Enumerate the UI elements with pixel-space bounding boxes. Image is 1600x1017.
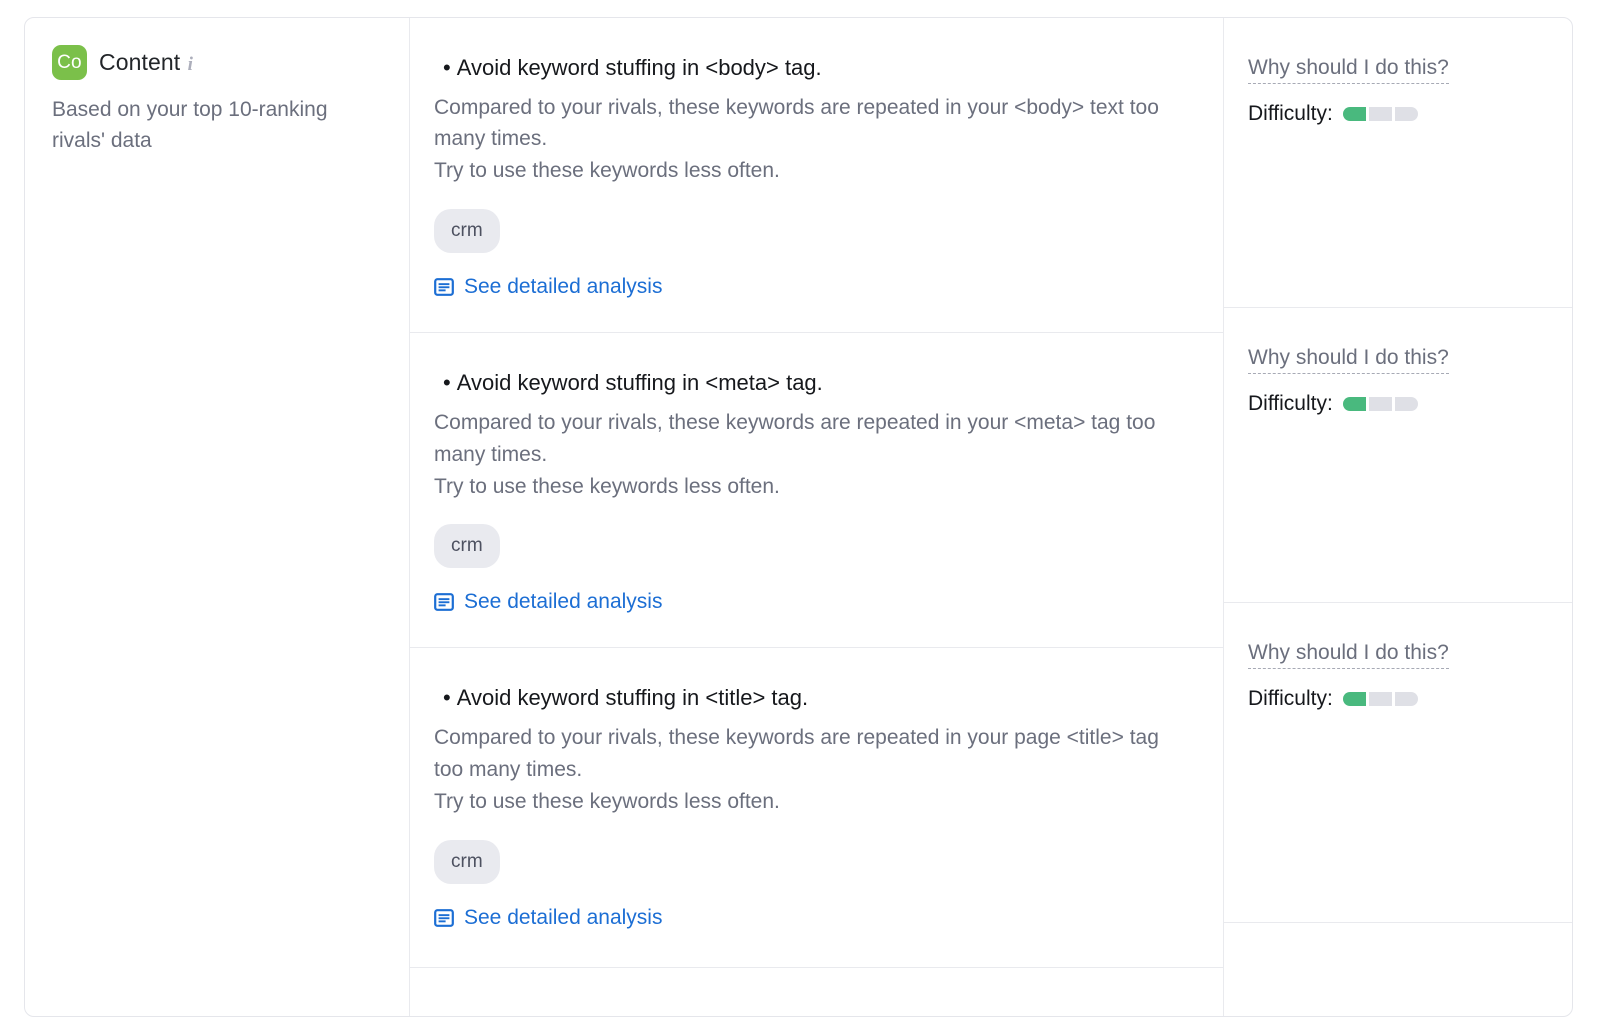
issues-column: • Avoid keyword stuffing in <body> tag. C…: [410, 18, 1223, 1016]
why-cell: Why should I do this? Difficulty:: [1224, 308, 1572, 603]
info-icon[interactable]: i: [183, 55, 197, 75]
why-should-i-do-this-link[interactable]: Why should I do this?: [1248, 346, 1449, 374]
issue-row: • Avoid keyword stuffing in <title> tag. …: [410, 648, 1223, 969]
bullet-icon: •: [443, 370, 451, 396]
seo-issues-panel: Co Content i Based on your top 10-ranking…: [24, 17, 1573, 1017]
keyword-chip[interactable]: crm: [434, 839, 500, 884]
bullet-icon: •: [443, 685, 451, 711]
see-detailed-analysis-link[interactable]: See detailed analysis: [434, 275, 662, 299]
category-subtitle: Based on your top 10-ranking rivals' dat…: [52, 98, 328, 153]
keyword-chip-list: crm: [434, 209, 1183, 254]
difficulty-meter: [1342, 397, 1418, 411]
difficulty-label: Difficulty:: [1248, 687, 1333, 710]
difficulty-segment: [1342, 397, 1366, 411]
difficulty-label: Difficulty:: [1248, 102, 1333, 125]
category-header: Co Content i: [52, 45, 381, 80]
difficulty-row: Difficulty:: [1248, 392, 1572, 416]
difficulty-row: Difficulty:: [1248, 687, 1572, 711]
difficulty-segment: [1342, 692, 1366, 706]
difficulty-row: Difficulty:: [1248, 102, 1572, 126]
issue-description-line-1: Compared to your rivals, these keywords …: [434, 95, 1159, 151]
difficulty-segment: [1342, 107, 1366, 121]
bullet-icon: •: [443, 55, 451, 80]
see-detailed-analysis-link[interactable]: See detailed analysis: [434, 590, 662, 614]
see-detailed-analysis-label: See detailed analysis: [464, 590, 663, 614]
keyword-chip-list: crm: [434, 524, 1183, 569]
report-icon: [434, 278, 454, 297]
issue-title-text: Avoid keyword stuffing in <body> tag.: [456, 55, 822, 80]
difficulty-segment: [1368, 397, 1392, 411]
why-should-i-do-this-link[interactable]: Why should I do this?: [1248, 56, 1449, 84]
issue-description-line-2: Try to use these keywords less often.: [434, 789, 780, 813]
keyword-chip-list: crm: [434, 839, 1183, 884]
report-icon: [434, 593, 454, 612]
issue-description-line-1: Compared to your rivals, these keywords …: [434, 410, 1156, 466]
issue-title: • Avoid keyword stuffing in <meta> tag.: [434, 369, 1183, 397]
difficulty-segment: [1368, 107, 1392, 121]
issue-title: • Avoid keyword stuffing in <body> tag.: [434, 54, 1183, 82]
difficulty-meter: [1342, 107, 1418, 121]
difficulty-segment: [1394, 107, 1418, 121]
see-detailed-analysis-label: See detailed analysis: [464, 275, 663, 299]
category-title-text: Content: [99, 49, 181, 75]
why-cell: Why should I do this? Difficulty:: [1224, 603, 1572, 923]
difficulty-segment: [1368, 692, 1392, 706]
difficulty-segment: [1394, 397, 1418, 411]
see-detailed-analysis-link[interactable]: See detailed analysis: [434, 906, 662, 930]
category-badge: Co: [52, 45, 87, 80]
issue-title-text: Avoid keyword stuffing in <title> tag.: [456, 685, 809, 711]
keyword-chip[interactable]: crm: [434, 524, 500, 569]
issue-row: • Avoid keyword stuffing in <body> tag. C…: [410, 18, 1223, 334]
issue-title-text: Avoid keyword stuffing in <meta> tag.: [456, 370, 823, 396]
issue-row: • Avoid keyword stuffing in <meta> tag. C…: [410, 333, 1223, 649]
difficulty-label: Difficulty:: [1248, 392, 1333, 415]
issue-description-line-1: Compared to your rivals, these keywords …: [434, 725, 1159, 781]
why-should-i-do-this-link[interactable]: Why should I do this?: [1248, 641, 1449, 669]
issue-title: • Avoid keyword stuffing in <title> tag.: [434, 684, 1183, 712]
category-column: Co Content i Based on your top 10-ranking…: [25, 18, 410, 1016]
report-icon: [434, 908, 454, 927]
why-cell: Why should I do this? Difficulty:: [1224, 18, 1572, 308]
difficulty-segment: [1394, 692, 1418, 706]
keyword-chip[interactable]: crm: [434, 209, 500, 254]
category-title: Content i: [99, 49, 197, 76]
difficulty-meter: [1342, 692, 1418, 706]
why-column: Why should I do this? Difficulty: Why sh…: [1223, 18, 1572, 1016]
issue-description-line-2: Try to use these keywords less often.: [434, 159, 780, 183]
issue-description-line-2: Try to use these keywords less often.: [434, 474, 780, 498]
see-detailed-analysis-label: See detailed analysis: [464, 905, 663, 929]
